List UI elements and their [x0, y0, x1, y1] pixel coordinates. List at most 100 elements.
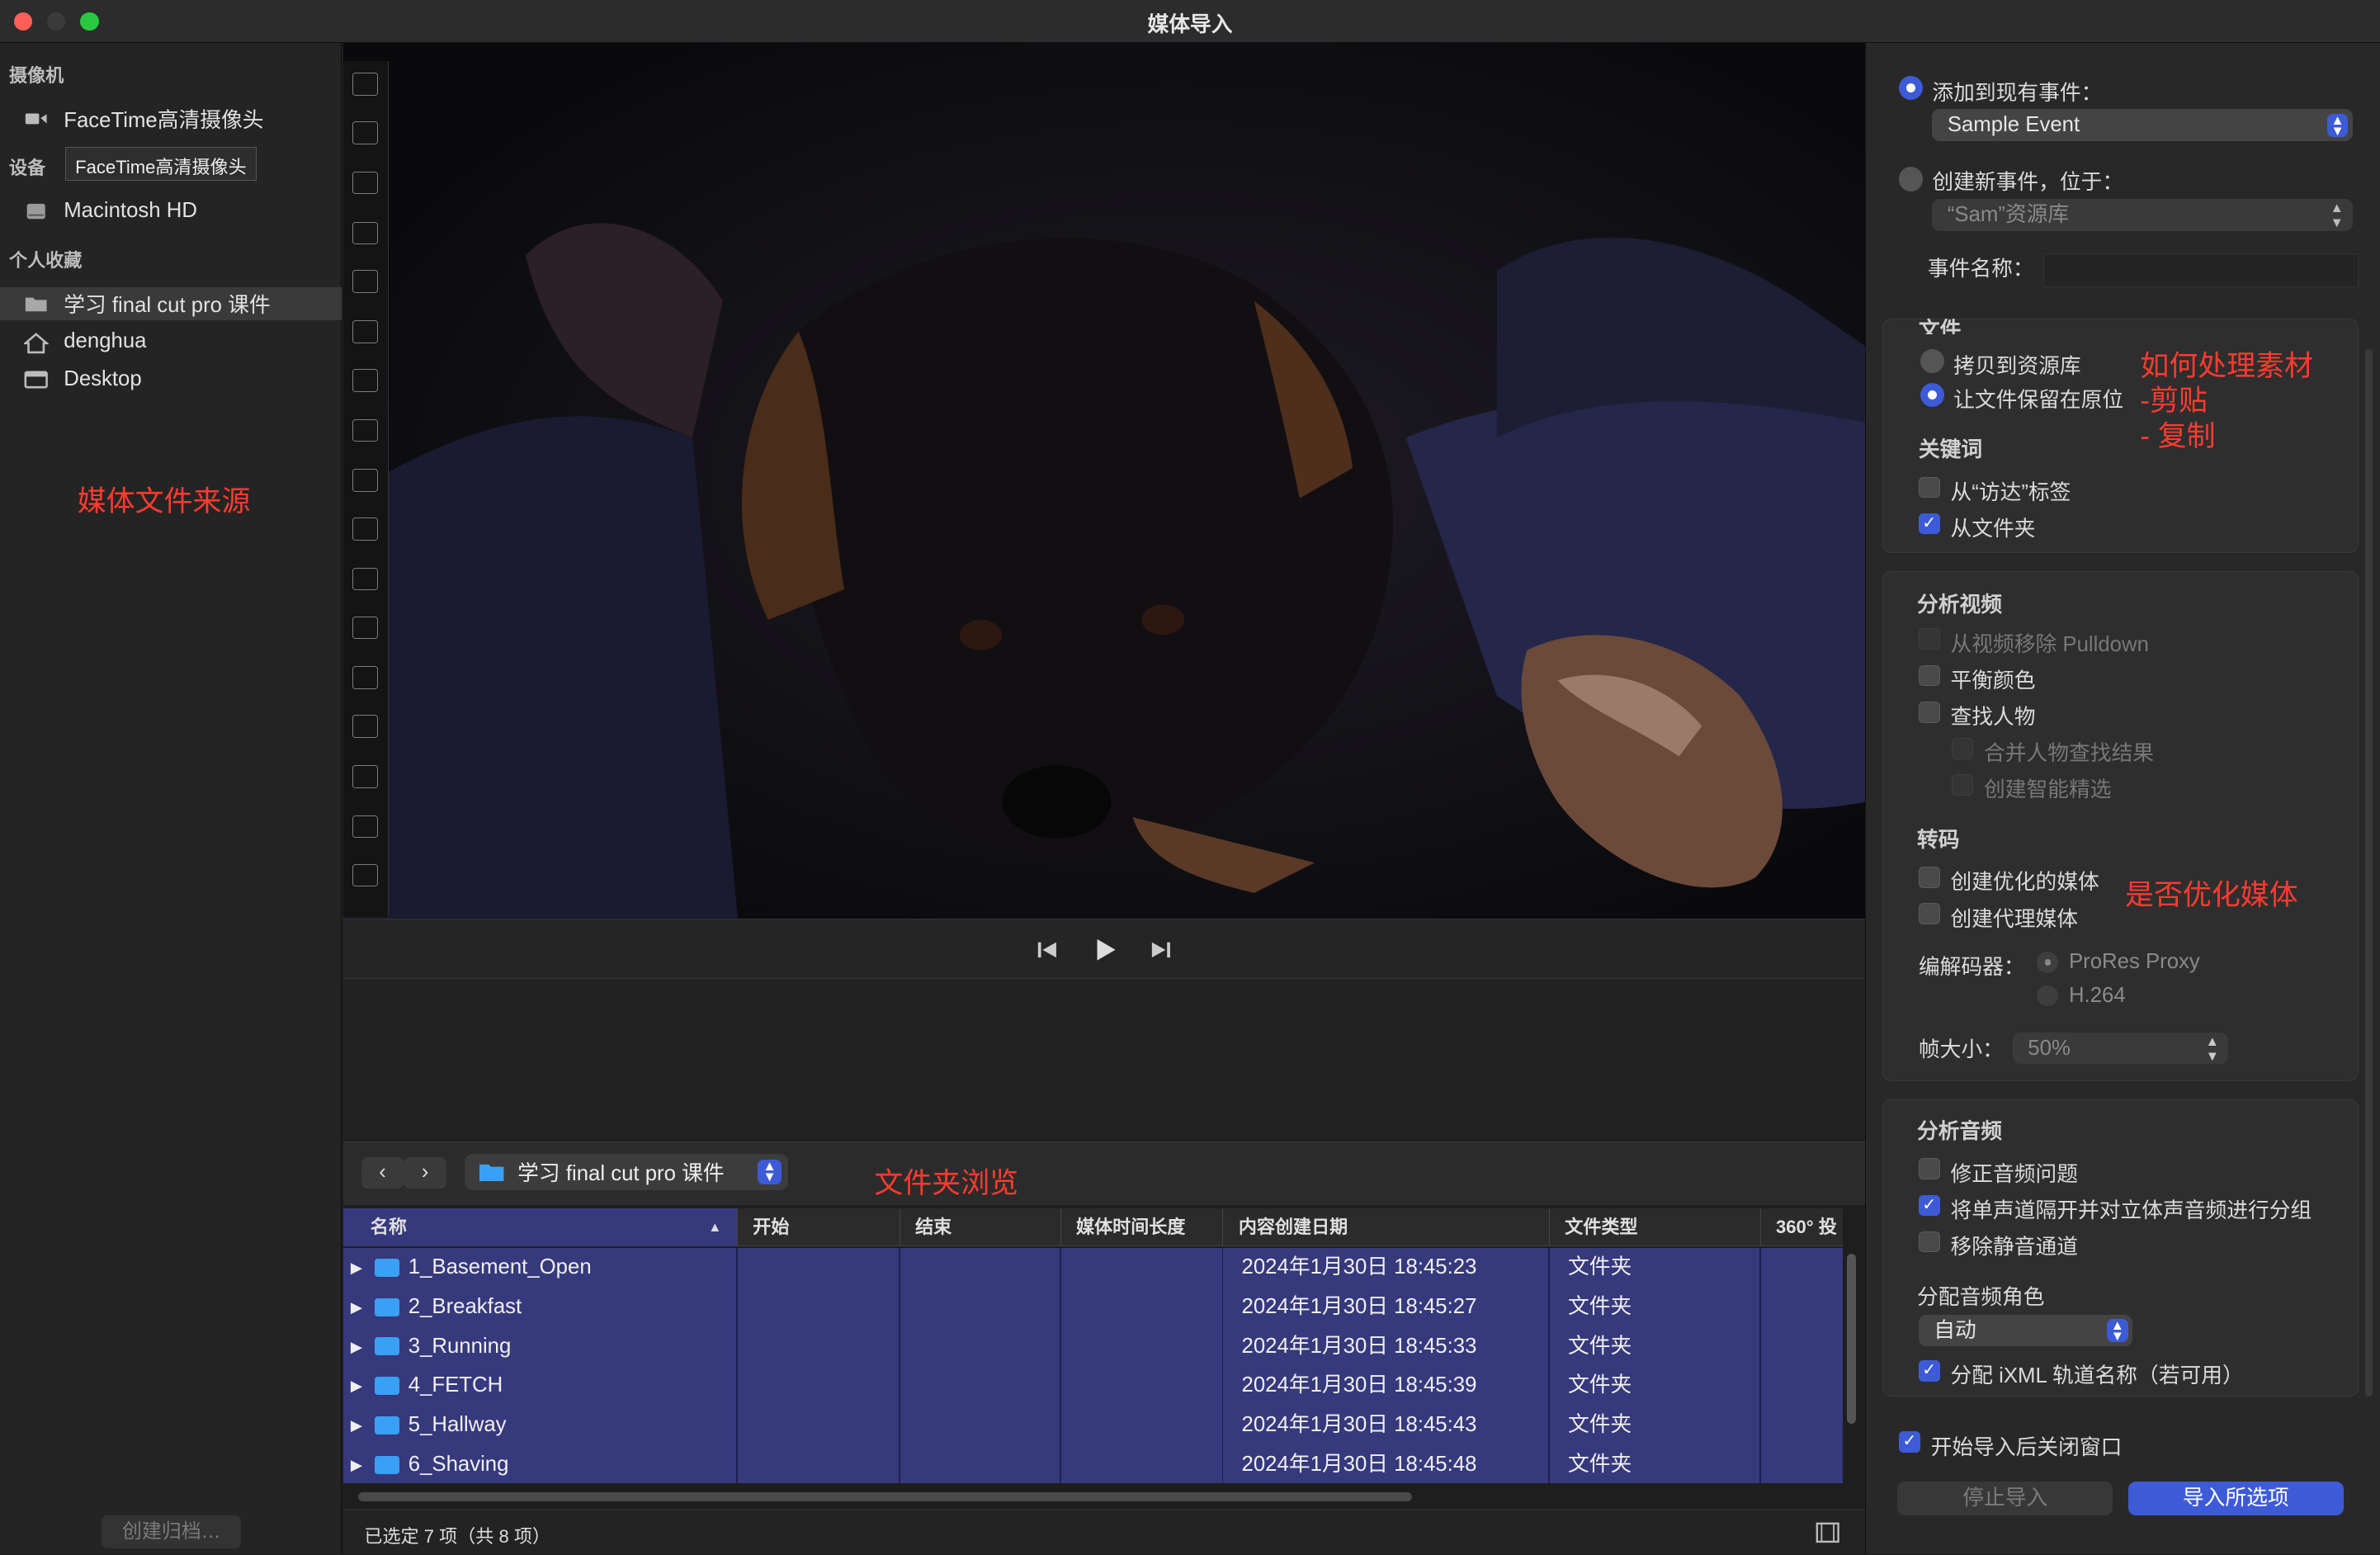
import-selected-button[interactable]: 导入所选项 [2127, 1482, 2344, 1515]
disclosure-triangle-icon[interactable]: ▶ [351, 1406, 362, 1445]
disclosure-triangle-icon[interactable]: ▶ [351, 1288, 362, 1327]
find-people-checkbox[interactable] [1918, 701, 1940, 723]
clip-checkbox[interactable] [352, 469, 378, 492]
disclosure-triangle-icon[interactable]: ▶ [351, 1248, 362, 1288]
column-divider [1221, 1247, 1224, 1483]
frame-size-popup[interactable]: 50% ▲ ▼ [2012, 1032, 2229, 1065]
camera-icon [24, 109, 48, 127]
keywords-header: 关键词 [1918, 438, 1983, 462]
annotation-line: - 复制 [2140, 419, 2216, 452]
back-button[interactable]: ‹ [361, 1156, 404, 1189]
create-proxy-checkbox[interactable] [1918, 903, 1940, 925]
library-popup[interactable]: “Sam”资源库 ▲ ▼ [1932, 198, 2353, 231]
from-folders-checkbox[interactable]: ✓ [1918, 513, 1940, 535]
assign-ixml-checkbox[interactable]: ✓ [1918, 1360, 1940, 1382]
find-people-label: 查找人物 [1950, 705, 2036, 729]
clip-checkbox[interactable] [352, 418, 378, 442]
clip-checkbox[interactable] [352, 715, 378, 738]
clip-checkbox[interactable] [352, 815, 378, 839]
event-name-input[interactable] [2042, 253, 2359, 287]
column-start[interactable]: 开始 [738, 1208, 900, 1247]
clip-checkbox[interactable] [352, 518, 378, 541]
row-type: 文件夹 [1567, 1373, 1632, 1397]
file-table-header: 名称 ▲ 开始 结束 媒体时间长度 内容创建日期 文件类型 360° 投 [342, 1208, 1843, 1247]
column-created[interactable]: 内容创建日期 [1223, 1208, 1550, 1247]
vertical-scrollbar[interactable] [1847, 1254, 1857, 1425]
sidebar-item-course-folder[interactable]: 学习 final cut pro 课件 [0, 286, 342, 321]
forward-button[interactable]: › [404, 1156, 446, 1189]
leave-in-place-label: 让文件保留在原位 [1953, 388, 2124, 412]
disclosure-triangle-icon[interactable]: ▶ [351, 1327, 362, 1367]
create-smart-checkbox[interactable] [1952, 774, 1974, 796]
clip-checkbox[interactable] [352, 320, 378, 343]
column-label: 名称 [370, 1217, 407, 1238]
skip-forward-icon[interactable] [1150, 939, 1172, 967]
options-scrollbar[interactable] [2364, 349, 2373, 1397]
fix-audio-checkbox[interactable] [1918, 1158, 1940, 1180]
consolidate-people-checkbox[interactable] [1952, 737, 1974, 759]
remove-silent-checkbox[interactable] [1918, 1231, 1940, 1253]
table-row[interactable]: ▶ 2_Breakfast 2024年1月30日 18:45:27 文件夹 [342, 1287, 1843, 1327]
existing-event-popup[interactable]: Sample Event ▲ ▼ [1932, 109, 2353, 142]
sidebar-item-label: denghua [64, 329, 147, 353]
skip-back-icon[interactable] [1037, 939, 1058, 967]
horizontal-scrollbar[interactable] [358, 1492, 1412, 1502]
clip-checkbox[interactable] [352, 221, 378, 245]
clip-checkbox[interactable] [352, 368, 378, 392]
sidebar-item-denghua[interactable]: denghua [0, 325, 342, 358]
create-new-event-radio[interactable] [1898, 167, 1924, 191]
table-row[interactable]: ▶ 6_Shaving 2024年1月30日 18:45:48 文件夹 [342, 1445, 1843, 1485]
clip-checkbox[interactable] [352, 73, 378, 96]
playback-controls [342, 918, 1866, 980]
finder-tags-checkbox[interactable] [1918, 476, 1940, 499]
column-duration[interactable]: 媒体时间长度 [1061, 1208, 1224, 1247]
column-end[interactable]: 结束 [900, 1208, 1061, 1247]
table-row[interactable]: ▶ 4_FETCH 2024年1月30日 18:45:39 文件夹 [342, 1366, 1843, 1406]
folder-popup[interactable]: 学习 final cut pro 课件 ▲ ▼ [464, 1153, 788, 1190]
close-after-import-checkbox[interactable]: ✓ [1898, 1431, 1920, 1453]
leave-in-place-radio[interactable] [1920, 382, 1945, 407]
column-name[interactable]: 名称 ▲ [342, 1208, 738, 1247]
play-icon[interactable] [1093, 938, 1117, 967]
create-optimized-checkbox[interactable] [1918, 867, 1940, 888]
stop-import-button[interactable]: 停止导入 [1897, 1482, 2113, 1515]
clip-checkbox[interactable] [352, 666, 378, 690]
prores-proxy-radio[interactable] [2037, 952, 2059, 973]
clip-checkbox[interactable] [352, 863, 378, 887]
balance-color-checkbox[interactable] [1918, 664, 1940, 687]
event-name-label: 事件名称： [1927, 258, 2034, 281]
clip-checkbox[interactable] [352, 270, 378, 293]
folder-icon [24, 295, 48, 313]
device-tooltip: FaceTime高清摄像头 [65, 147, 257, 181]
sidebar-item-macintosh-hd[interactable]: Macintosh HD [0, 194, 342, 227]
clip-checkbox[interactable] [352, 121, 378, 144]
row-type: 文件夹 [1567, 1255, 1632, 1279]
audio-role-popup[interactable]: 自动 ▲ ▼ [1918, 1314, 2133, 1347]
separate-mono-checkbox[interactable]: ✓ [1918, 1194, 1940, 1217]
column-divider [1548, 1247, 1550, 1483]
disclosure-triangle-icon[interactable]: ▶ [351, 1366, 362, 1406]
library-value: “Sam”资源库 [1947, 202, 2070, 226]
clip-checkbox[interactable] [352, 616, 378, 640]
row-name: 1_Basement_Open [408, 1255, 592, 1279]
table-row[interactable]: ▶ 3_Running 2024年1月30日 18:45:33 文件夹 [342, 1326, 1843, 1367]
clip-checkbox[interactable] [352, 171, 378, 195]
create-archive-button[interactable]: 创建归档… [102, 1515, 242, 1549]
sidebar-item-facetime[interactable]: FaceTime高清摄像头 [0, 102, 342, 135]
h264-label: H.264 [2068, 983, 2126, 1007]
disclosure-triangle-icon[interactable]: ▶ [351, 1445, 362, 1485]
frame-size-value: 50% [2028, 1036, 2071, 1060]
chevron-updown-icon: ▲ ▼ [757, 1159, 782, 1184]
row-name: 6_Shaving [408, 1453, 509, 1476]
filmstrip-icon[interactable] [1816, 1522, 1839, 1549]
remove-pulldown-checkbox[interactable] [1918, 628, 1940, 650]
clip-checkbox[interactable] [352, 567, 378, 591]
column-360[interactable]: 360° 投 [1761, 1208, 1843, 1246]
clip-checkbox[interactable] [352, 764, 378, 788]
column-type[interactable]: 文件类型 [1550, 1208, 1761, 1247]
table-row[interactable]: ▶ 5_Hallway 2024年1月30日 18:45:43 文件夹 [342, 1406, 1843, 1445]
sidebar-item-desktop[interactable]: Desktop [0, 363, 342, 396]
column-divider [736, 1247, 738, 1483]
table-row[interactable]: ▶ 1_Basement_Open 2024年1月30日 18:45:23 文件… [342, 1247, 1843, 1288]
from-folders-label: 从文件夹 [1950, 517, 2036, 541]
